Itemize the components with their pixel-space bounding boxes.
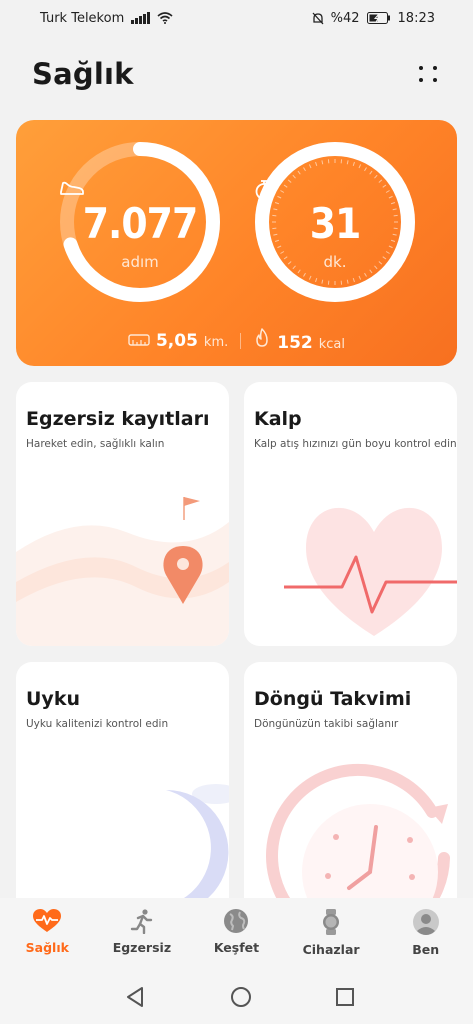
- calories-stat: 152 kcal: [253, 328, 345, 353]
- flame-icon: [256, 328, 268, 347]
- signal-icon: [131, 12, 150, 24]
- calories-value: 152: [277, 333, 313, 353]
- ring-tick: [321, 160, 324, 165]
- sleep-subtitle: Uyku kalitenizi kontrol edin: [26, 718, 169, 730]
- battery-icon: [366, 12, 390, 24]
- stopwatch-icon: [255, 180, 273, 200]
- distance-unit: km.: [203, 334, 229, 350]
- running-icon: [130, 909, 153, 934]
- heart-rate-subtitle: Kalp atış hızınızı gün boyu kontrol edin: [254, 438, 457, 450]
- summary-stats: 5,05 km. 152 kcal: [16, 328, 457, 353]
- more-options-button[interactable]: [416, 61, 442, 87]
- status-bar: Turk Telekom %42 18:23: [0, 0, 473, 36]
- bottom-navigation: Sağlık Egzersiz Keşfet Cihazlar Ben: [0, 898, 473, 970]
- header: Sağlık: [32, 52, 442, 96]
- cycle-calendar-card[interactable]: Döngü Takvimi Döngünüzün takibi sağlanır: [244, 662, 457, 926]
- ring-tick: [308, 275, 312, 280]
- steps-ring: 7.077 adım: [59, 141, 221, 303]
- clock: 18:23: [397, 10, 435, 26]
- ring-tick: [346, 160, 349, 165]
- watch-icon: [323, 909, 340, 935]
- home-circle-icon[interactable]: [230, 986, 252, 1008]
- ring-tick: [358, 164, 362, 169]
- battery-percent: %42: [330, 10, 360, 26]
- ring-tick: [315, 277, 318, 283]
- nav-health-label: Sağlık: [25, 940, 69, 955]
- ring-tick: [369, 170, 373, 175]
- exercise-records-card[interactable]: Egzersiz kayıtları Hareket edin, sağlıkl…: [16, 382, 229, 646]
- active-minutes-value: 31: [309, 199, 362, 248]
- ring-tick: [352, 277, 355, 283]
- heart-rate-title: Kalp: [254, 408, 302, 430]
- exercise-records-title: Egzersiz kayıtları: [26, 408, 210, 430]
- active-minutes-unit: dk.: [323, 253, 347, 271]
- sleep-title: Uyku: [26, 688, 80, 710]
- carrier-name: Turk Telekom: [40, 10, 125, 26]
- nav-me[interactable]: Ben: [378, 898, 473, 970]
- ring-tick: [352, 161, 355, 167]
- page-title: Sağlık: [32, 57, 134, 91]
- cycle-calendar-subtitle: Döngünüzün takibi sağlanır: [254, 718, 399, 730]
- ring-tick: [303, 272, 306, 277]
- ring-tick: [346, 279, 349, 284]
- steps-unit: adım: [121, 253, 159, 271]
- ring-tick: [292, 174, 296, 179]
- recents-square-icon[interactable]: [335, 987, 355, 1007]
- heart-pulse-icon: [33, 909, 62, 932]
- wifi-icon: [157, 12, 173, 24]
- sleep-card[interactable]: Uyku Uyku kalitenizi kontrol edin: [16, 662, 229, 926]
- system-navigation-bar: [0, 970, 473, 1024]
- shoe-icon: [60, 181, 84, 195]
- ring-tick: [308, 164, 312, 169]
- globe-icon: [224, 909, 249, 933]
- nav-discover-label: Keşfet: [213, 940, 260, 955]
- mute-bell-icon: [312, 12, 324, 24]
- ring-tick: [297, 170, 301, 175]
- nav-exercise-label: Egzersiz: [112, 940, 172, 955]
- activity-summary-card[interactable]: 7.077 adım 31 dk. 5,05 km. 152 kcal: [16, 120, 457, 366]
- nav-me-label: Ben: [412, 942, 440, 957]
- ruler-icon: [128, 333, 150, 346]
- ring-tick: [364, 167, 367, 172]
- stats-divider: [240, 332, 242, 349]
- distance-value: 5,05: [155, 330, 198, 351]
- ring-tick: [364, 272, 367, 277]
- exercise-records-subtitle: Hareket edin, sağlıklı kalın: [26, 438, 165, 450]
- ring-tick: [358, 275, 362, 280]
- ring-tick: [315, 161, 318, 167]
- cycle-calendar-title: Döngü Takvimi: [254, 688, 412, 710]
- ring-tick: [374, 174, 378, 179]
- ring-tick: [303, 167, 306, 172]
- nav-exercise[interactable]: Egzersiz: [95, 898, 190, 970]
- steps-value: 7.077: [82, 199, 199, 248]
- person-icon: [412, 909, 439, 935]
- back-triangle-icon[interactable]: [124, 986, 146, 1008]
- distance-stat: 5,05 km.: [128, 331, 228, 351]
- ring-tick: [321, 279, 324, 284]
- heart-rate-card[interactable]: Kalp Kalp atış hızınızı gün boyu kontrol…: [244, 382, 457, 646]
- active-minutes-ring: 31 dk.: [254, 141, 416, 303]
- calories-unit: kcal: [318, 337, 346, 352]
- nav-devices[interactable]: Cihazlar: [284, 898, 379, 970]
- nav-devices-label: Cihazlar: [302, 942, 360, 957]
- nav-discover[interactable]: Keşfet: [189, 898, 284, 970]
- nav-health[interactable]: Sağlık: [0, 898, 95, 970]
